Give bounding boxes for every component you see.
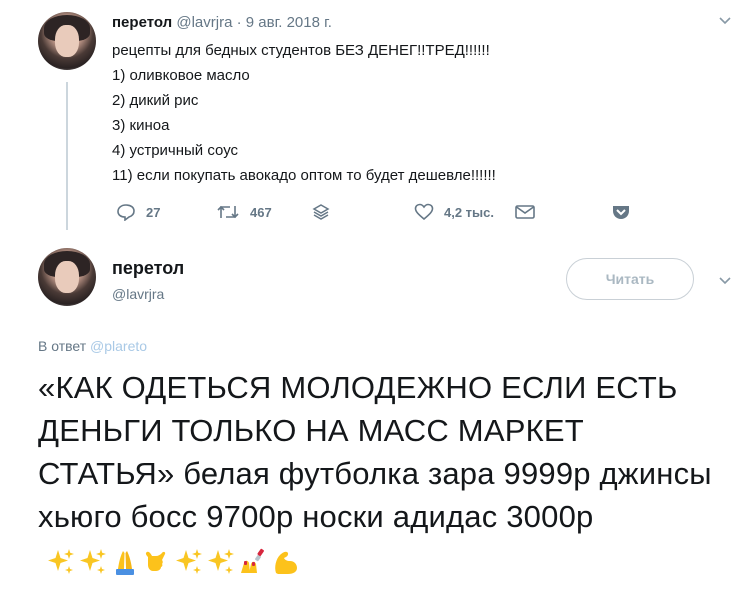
- tweet-text: рецепты для бедных студентов БЕЗ ДЕНЕГ!!…: [112, 38, 496, 188]
- folded-hands-icon: [116, 550, 134, 575]
- tweet-text: «КАК ОДЕТЬСЯ МОЛОДЕЖНО ЕСЛИ ЕСТЬ ДЕНЬГИ …: [38, 366, 728, 581]
- call-me-hand-icon: [145, 551, 166, 571]
- tweet-body: «КАК ОДЕТЬСЯ МОЛОДЕЖНО ЕСЛИ ЕСТЬ ДЕНЬГИ …: [38, 370, 712, 534]
- sparkles-icon: [176, 548, 202, 574]
- reply-prefix: В ответ: [38, 338, 87, 354]
- envelope-icon: [515, 205, 535, 219]
- like-count: 4,2 тыс.: [444, 204, 494, 220]
- retweet-count: 467: [250, 204, 272, 220]
- chevron-down-icon[interactable]: [718, 14, 732, 32]
- pocket-action[interactable]: [611, 203, 631, 221]
- author-name[interactable]: перетол: [112, 258, 184, 279]
- tweet-line: 11) если покупать авокадо оптом то будет…: [112, 167, 496, 184]
- avatar[interactable]: [38, 12, 96, 70]
- author-name[interactable]: перетол: [112, 14, 172, 31]
- stack-icon: [312, 204, 330, 220]
- tweet-line: 3) киноа: [112, 117, 170, 134]
- avatar[interactable]: [38, 248, 96, 306]
- author-handle[interactable]: @lavrjra: [112, 286, 164, 302]
- reply-count: 27: [146, 204, 161, 220]
- retweet-icon: [217, 205, 239, 219]
- chevron-down-icon[interactable]: [718, 274, 732, 292]
- sparkles-icon: [48, 548, 74, 574]
- reply-icon: [117, 204, 135, 221]
- tweet-line: 4) устричный соус: [112, 142, 239, 159]
- heart-icon: [414, 203, 434, 221]
- tweet-line: рецепты для бедных студентов БЕЗ ДЕНЕГ!!…: [112, 42, 490, 59]
- tweet-header: перетол @lavrjra · 9 авг. 2018 г.: [112, 14, 332, 31]
- nail-polish-icon: [241, 548, 264, 573]
- author-handle[interactable]: @lavrjra: [176, 14, 232, 31]
- stack-action[interactable]: [312, 203, 330, 221]
- flexed-biceps-icon: [275, 551, 297, 574]
- sparkles-icon: [208, 548, 234, 574]
- reply-mention-link[interactable]: @plareto: [90, 338, 147, 354]
- tweet-date[interactable]: 9 авг. 2018 г.: [246, 14, 332, 31]
- sparkles-icon: [80, 548, 106, 574]
- pocket-icon: [613, 206, 629, 219]
- emoji-row: [46, 547, 300, 577]
- retweet-action[interactable]: 467: [216, 203, 272, 221]
- tweet-line: 1) оливковое масло: [112, 67, 250, 84]
- separator-dot: ·: [236, 14, 242, 31]
- thread-connector-line: [66, 82, 68, 230]
- reply-context: В ответ @plareto: [38, 338, 147, 354]
- follow-button[interactable]: Читать: [566, 258, 694, 300]
- reply-action[interactable]: 27: [116, 203, 160, 221]
- tweet-line: 2) дикий рис: [112, 92, 199, 109]
- like-action[interactable]: 4,2 тыс.: [414, 203, 494, 221]
- direct-message-action[interactable]: [514, 203, 536, 221]
